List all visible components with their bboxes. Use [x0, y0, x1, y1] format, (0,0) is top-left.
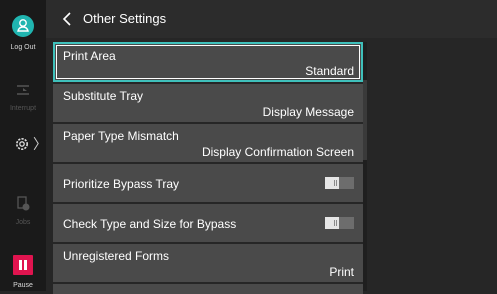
jobs-icon [17, 196, 30, 211]
left-rail: Log Out Interrupt 〉 Jobs Pause [0, 0, 47, 291]
setting-label: Unregistered Forms [63, 249, 170, 263]
scrollbar-thumb[interactable] [363, 80, 367, 160]
logout-icon [12, 15, 34, 37]
chevron-left-icon[interactable] [60, 11, 74, 27]
logout-button[interactable]: Log Out [0, 15, 46, 51]
setting-value: Standard [305, 64, 354, 78]
setting-prioritize-bypass-tray[interactable]: Prioritize Bypass Tray [53, 164, 363, 202]
setting-value: Print [329, 265, 354, 279]
scrollbar[interactable] [363, 42, 367, 291]
pause-button[interactable]: Pause [0, 255, 46, 289]
setting-label: Substitute Tray [63, 89, 144, 103]
toggle-knob [325, 177, 339, 189]
header-bar: Other Settings [46, 0, 497, 38]
interrupt-icon [17, 85, 29, 95]
setting-value: Display Message [262, 105, 354, 119]
setting-paper-type-mismatch[interactable]: Paper Type Mismatch Display Confirmation… [53, 124, 363, 162]
setting-label: Check Type and Size for Bypass [63, 217, 237, 231]
setting-unregistered-forms[interactable]: Unregistered Forms Print [53, 244, 363, 282]
toggle-switch[interactable] [325, 177, 354, 189]
setting-label: Prioritize Bypass Tray [63, 177, 180, 191]
toggle-switch[interactable] [325, 217, 354, 229]
setting-next-partial [53, 284, 363, 294]
setting-value: Display Confirmation Screen [201, 145, 354, 159]
toggle-knob [325, 217, 339, 229]
gear-icon [16, 138, 28, 150]
page-title: Other Settings [83, 11, 167, 26]
setting-print-area[interactable]: Print Area Standard [53, 42, 363, 82]
logout-label: Log Out [10, 44, 36, 51]
pause-icon [13, 255, 33, 275]
chevron-right-icon: 〉 [33, 136, 47, 152]
jobs-label: Jobs [15, 219, 31, 226]
device-settings-button[interactable]: 〉 [14, 136, 47, 152]
interrupt-button: Interrupt [0, 82, 46, 112]
setting-label: Paper Type Mismatch [63, 129, 179, 143]
setting-label: Print Area [63, 49, 116, 63]
interrupt-label: Interrupt [9, 105, 37, 112]
setting-check-type-size-bypass[interactable]: Check Type and Size for Bypass [53, 204, 363, 242]
setting-substitute-tray[interactable]: Substitute Tray Display Message [53, 84, 363, 122]
jobs-button: Jobs [0, 194, 46, 226]
pause-label: Pause [13, 282, 33, 289]
